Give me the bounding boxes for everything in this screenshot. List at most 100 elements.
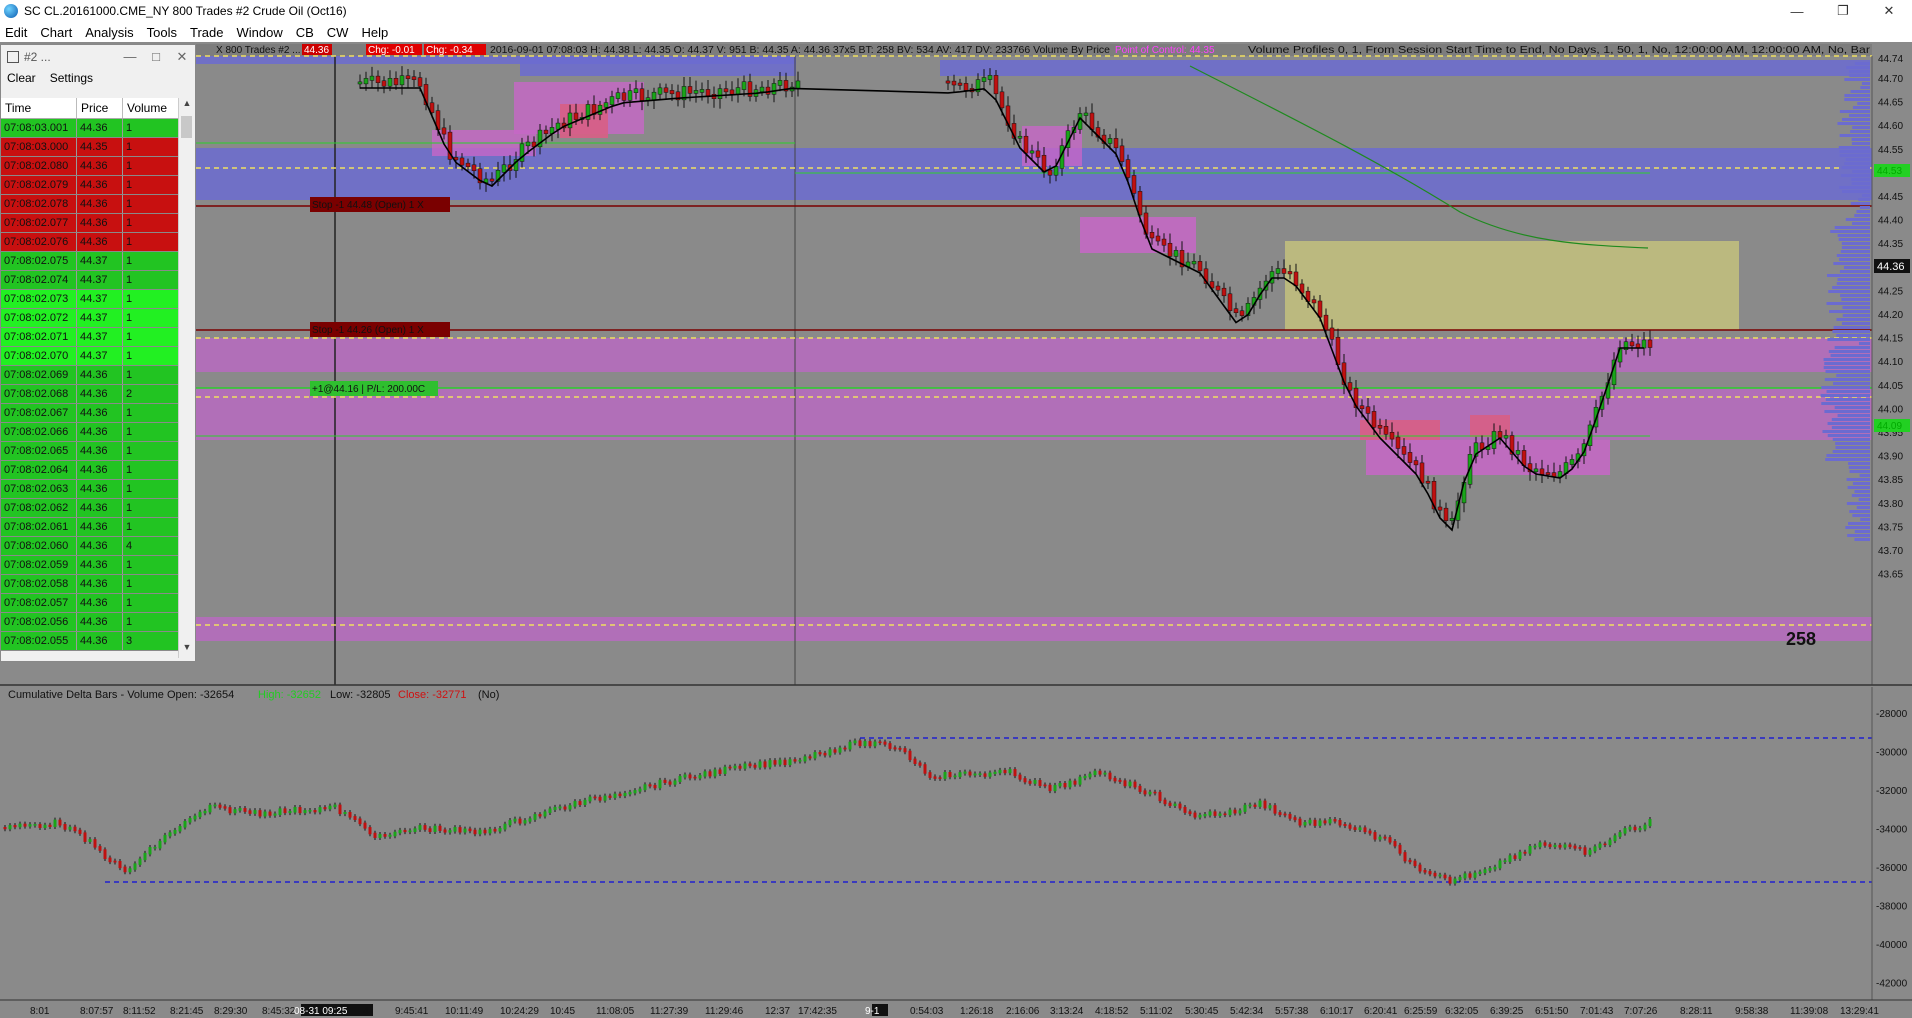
trade-volume: 1 xyxy=(123,404,179,422)
trade-row[interactable]: 07:08:02.068 44.36 2 xyxy=(1,385,179,404)
trade-row[interactable]: 07:08:02.066 44.36 1 xyxy=(1,423,179,442)
trade-time: 07:08:02.063 xyxy=(1,480,77,498)
trade-row[interactable]: 07:08:02.071 44.37 1 xyxy=(1,328,179,347)
settings-button[interactable]: Settings xyxy=(50,71,93,85)
close-button[interactable]: ✕ xyxy=(1866,0,1912,22)
time-axis-label: 1:26:18 xyxy=(960,1006,994,1017)
tsw-maximize-button[interactable]: □ xyxy=(143,49,169,65)
trade-row[interactable]: 07:08:03.001 44.36 1 xyxy=(1,119,179,138)
menu-help[interactable]: Help xyxy=(356,25,396,40)
menu-cb[interactable]: CB xyxy=(291,25,322,40)
trade-row[interactable]: 07:08:02.061 44.36 1 xyxy=(1,518,179,537)
trade-row[interactable]: 07:08:02.062 44.36 1 xyxy=(1,499,179,518)
trade-row[interactable]: 07:08:02.075 44.37 1 xyxy=(1,252,179,271)
trade-time: 07:08:02.074 xyxy=(1,271,77,289)
menu-window[interactable]: Window xyxy=(231,25,290,40)
position-label[interactable]: +1@44.16 | P/L: 200.00C xyxy=(312,384,425,395)
scroll-down-icon[interactable]: ▼ xyxy=(179,642,195,658)
scroll-thumb[interactable] xyxy=(181,116,192,138)
trade-time: 07:08:02.058 xyxy=(1,575,77,593)
trade-row[interactable]: 07:08:02.079 44.36 1 xyxy=(1,176,179,195)
price-axis-label: 43.75 xyxy=(1878,522,1903,533)
window-titlebar: SC CL.20161000.CME_NY 800 Trades #2 Crud… xyxy=(0,0,1912,22)
time-axis-label: 6:10:17 xyxy=(1320,1006,1354,1017)
trade-row[interactable]: 07:08:02.078 44.36 1 xyxy=(1,195,179,214)
menu-edit[interactable]: Edit xyxy=(0,25,35,40)
menu-cw[interactable]: CW xyxy=(322,25,357,40)
tsw-minimize-button[interactable]: — xyxy=(117,49,143,65)
col-time[interactable]: Time xyxy=(1,98,77,118)
trade-row[interactable]: 07:08:02.055 44.36 3 xyxy=(1,632,179,651)
trade-price: 44.37 xyxy=(77,271,123,289)
restore-button[interactable]: ❐ xyxy=(1820,0,1866,22)
time-axis-label: 0:54:03 xyxy=(910,1006,944,1017)
tsw-rows: 07:08:03.001 44.36 1 07:08:03.000 44.35 1 07:0… xyxy=(1,119,179,651)
trade-row[interactable]: 07:08:02.076 44.36 1 xyxy=(1,233,179,252)
price-axis-label: 43.70 xyxy=(1878,546,1903,557)
time-axis-label: 8:28:11 xyxy=(1680,1006,1713,1017)
app-icon xyxy=(4,4,18,18)
price-axis-label: 43.90 xyxy=(1878,452,1903,463)
time-axis-label: 9:45:41 xyxy=(395,1006,429,1017)
tsw-scrollbar[interactable]: ▲ ▼ xyxy=(178,98,195,658)
trade-row[interactable]: 07:08:02.059 44.36 1 xyxy=(1,556,179,575)
trade-price: 44.36 xyxy=(77,442,123,460)
trade-row[interactable]: 07:08:02.056 44.36 1 xyxy=(1,613,179,632)
trade-time: 07:08:02.080 xyxy=(1,157,77,175)
menu-tools[interactable]: Tools xyxy=(142,25,185,40)
trade-price: 44.35 xyxy=(77,138,123,156)
time-axis-label: 13:29:41 xyxy=(1840,1006,1879,1017)
trade-price: 44.36 xyxy=(77,499,123,517)
menu-analysis[interactable]: Analysis xyxy=(80,25,141,40)
time-axis-label: 6:25:59 xyxy=(1404,1006,1438,1017)
trade-price: 44.36 xyxy=(77,119,123,137)
trade-volume: 1 xyxy=(123,518,179,536)
trade-row[interactable]: 07:08:02.064 44.36 1 xyxy=(1,461,179,480)
price-green-marker-2: 44.09 xyxy=(1877,421,1902,432)
trade-price: 44.37 xyxy=(77,328,123,346)
trade-time: 07:08:02.061 xyxy=(1,518,77,536)
scroll-up-icon[interactable]: ▲ xyxy=(179,98,195,114)
price-axis-label: 44.74 xyxy=(1878,54,1903,65)
trade-row[interactable]: 07:08:02.072 44.37 1 xyxy=(1,309,179,328)
tsw-close-button[interactable]: ✕ xyxy=(169,49,195,65)
trade-volume: 1 xyxy=(123,328,179,346)
trade-row[interactable]: 07:08:02.077 44.36 1 xyxy=(1,214,179,233)
trade-row[interactable]: 07:08:02.074 44.37 1 xyxy=(1,271,179,290)
trade-row[interactable]: 07:08:02.057 44.36 1 xyxy=(1,594,179,613)
clear-button[interactable]: Clear xyxy=(7,71,36,85)
trade-time: 07:08:03.000 xyxy=(1,138,77,156)
trade-row[interactable]: 07:08:02.058 44.36 1 xyxy=(1,575,179,594)
minimize-button[interactable]: — xyxy=(1774,0,1820,22)
change-badge-1: Chg: -0.01 xyxy=(368,45,415,56)
trade-row[interactable]: 07:08:02.067 44.36 1 xyxy=(1,404,179,423)
time-axis-label: 7:07:26 xyxy=(1624,1006,1658,1017)
trade-volume: 1 xyxy=(123,594,179,612)
trade-row[interactable]: 07:08:02.063 44.36 1 xyxy=(1,480,179,499)
delta-axis-label: -28000 xyxy=(1876,709,1908,720)
trade-row[interactable]: 07:08:03.000 44.35 1 xyxy=(1,138,179,157)
trade-row[interactable]: 07:08:02.065 44.36 1 xyxy=(1,442,179,461)
trade-row[interactable]: 07:08:02.060 44.36 4 xyxy=(1,537,179,556)
chart-area[interactable]: X 800 Trades #2 ... 44.36 Chg: -0.01 Chg… xyxy=(0,42,1912,1018)
trade-price: 44.37 xyxy=(77,347,123,365)
menu-chart[interactable]: Chart xyxy=(35,25,80,40)
time-axis-label: 12:37 xyxy=(765,1006,790,1017)
menu-trade[interactable]: Trade xyxy=(185,25,231,40)
stop-order-1-label[interactable]: Stop -1 44.48 (Open) 1 X xyxy=(312,200,424,211)
time-axis-label: 4 xyxy=(363,1006,369,1017)
col-volume[interactable]: Volume xyxy=(123,98,179,118)
time-axis-label: 8:45:32 xyxy=(262,1006,296,1017)
chart-canvas[interactable]: X 800 Trades #2 ... 44.36 Chg: -0.01 Chg… xyxy=(0,42,1912,1018)
col-price[interactable]: Price xyxy=(77,98,123,118)
time-and-sales-window[interactable]: #2 ... — □ ✕ Clear Settings Time Price V… xyxy=(0,44,196,662)
trade-row[interactable]: 07:08:02.070 44.37 1 xyxy=(1,347,179,366)
chart-header-prefix: X 800 Trades #2 ... xyxy=(216,45,301,56)
trade-row[interactable]: 07:08:02.080 44.36 1 xyxy=(1,157,179,176)
trade-row[interactable]: 07:08:02.073 44.37 1 xyxy=(1,290,179,309)
trade-row[interactable]: 07:08:02.069 44.36 1 xyxy=(1,366,179,385)
trade-price: 44.36 xyxy=(77,632,123,650)
stop-order-2-label[interactable]: Stop -1 44.26 (Open) 1 X xyxy=(312,325,424,336)
trade-volume: 1 xyxy=(123,480,179,498)
trade-price: 44.36 xyxy=(77,366,123,384)
